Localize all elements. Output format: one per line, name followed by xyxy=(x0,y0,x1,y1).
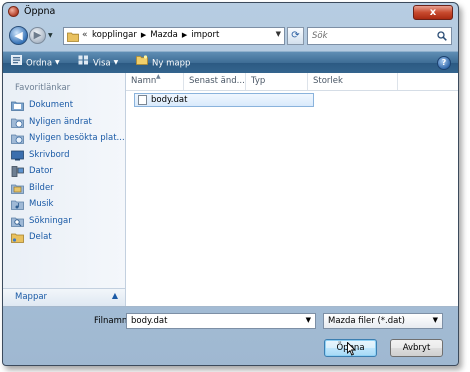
column-headers: ▲ Namn Senast änd... Typ Storlek xyxy=(126,73,458,91)
file-icon xyxy=(138,95,147,105)
recent-pages-dropdown-icon[interactable]: ▼ xyxy=(48,32,53,39)
folders-toggle[interactable]: Mappar ▲ xyxy=(3,288,125,306)
sidebar-item-recent-places[interactable]: Nyligen besökta plat... xyxy=(11,131,125,148)
sidebar-item-desktop[interactable]: Skrivbord xyxy=(11,148,123,165)
chevron-down-icon: ▼ xyxy=(113,59,119,66)
recent-places-icon xyxy=(11,134,24,144)
filename-field[interactable]: body.dat ▼ xyxy=(126,313,316,329)
sidebar-item-label: Dokument xyxy=(29,100,74,110)
refresh-icon: ⟳ xyxy=(291,30,300,41)
file-item[interactable]: body.dat xyxy=(134,93,314,107)
sidebar-item-searches[interactable]: Sökningar xyxy=(11,214,123,231)
favorites-header: Favoritlänkar xyxy=(15,83,71,93)
breadcrumb: kopplingar ▶ Mazda ▶ import xyxy=(92,30,219,40)
chevron-up-icon: ▲ xyxy=(111,291,118,300)
organize-icon xyxy=(11,55,22,71)
shared-folder-icon xyxy=(11,233,24,243)
sidebar-item-computer[interactable]: Dator xyxy=(11,164,123,181)
column-header-size[interactable]: Storlek xyxy=(308,73,398,90)
back-button[interactable]: ◀ xyxy=(9,26,28,45)
file-list[interactable]: ▲ Namn Senast änd... Typ Storlek body.da… xyxy=(126,73,458,306)
app-icon xyxy=(8,6,19,17)
search-placeholder: Sök xyxy=(312,31,328,41)
search-input[interactable]: Sök xyxy=(307,27,452,45)
navigation-bar: ◀ ▶ ▼ « kopplingar ▶ Mazda ▶ import ▼ ⟳ Sök xyxy=(3,23,458,51)
breadcrumb-overflow-icon[interactable]: « xyxy=(82,30,88,40)
sidebar-item-label: Skrivbord xyxy=(29,149,70,160)
forward-button[interactable]: ▶ xyxy=(29,27,46,44)
sidebar-item-recently-changed[interactable]: Nyligen ändrat xyxy=(11,115,123,132)
column-header-label: Namn xyxy=(131,76,157,86)
favorites-list: Dokument Nyligen ändrat Nyligen besökta … xyxy=(11,98,125,247)
folder-icon xyxy=(67,31,79,45)
chevron-down-icon[interactable]: ▼ xyxy=(306,316,311,324)
address-dropdown-icon[interactable]: ▼ xyxy=(276,30,281,38)
view-button[interactable]: Visa ▼ xyxy=(78,55,118,71)
command-bar: Ordna ▼ Visa ▼ Ny mapp ? xyxy=(3,51,458,75)
computer-icon xyxy=(11,166,24,177)
folders-label: Mappar xyxy=(15,292,48,302)
breadcrumb-item[interactable]: import xyxy=(191,30,219,40)
chevron-down-icon: ▼ xyxy=(432,316,438,324)
sidebar-item-label: Nyligen besökta plat... xyxy=(29,133,125,143)
navigation-pane: Favoritlänkar Dokument Nyligen ändrat Ny… xyxy=(3,73,126,306)
sort-ascending-icon: ▲ xyxy=(156,73,161,80)
breadcrumb-item[interactable]: kopplingar xyxy=(92,30,137,40)
refresh-button[interactable]: ⟳ xyxy=(287,27,304,45)
organize-label: Ordna xyxy=(26,58,53,69)
column-header-date-modified[interactable]: Senast änd... xyxy=(184,73,246,90)
chevron-down-icon: ▼ xyxy=(55,59,60,66)
address-bar[interactable]: « kopplingar ▶ Mazda ▶ import ▼ xyxy=(63,27,285,45)
view-icon xyxy=(78,55,89,71)
file-type-value: Mazda filer (*.dat) xyxy=(328,316,405,326)
filename-value: body.dat xyxy=(131,316,168,326)
sidebar-item-label: Bilder xyxy=(29,182,54,193)
sidebar-item-pictures[interactable]: Bilder xyxy=(11,181,123,198)
new-folder-button[interactable]: Ny mapp xyxy=(136,55,190,71)
sidebar-item-music[interactable]: Musik xyxy=(11,197,123,214)
sidebar-item-label: Delat xyxy=(29,232,52,242)
filename-label: Filnamn: xyxy=(94,316,131,326)
dialog-content: Favoritlänkar Dokument Nyligen ändrat Ny… xyxy=(3,73,458,307)
sidebar-item-label: Nyligen ändrat xyxy=(29,116,92,127)
view-label: Visa xyxy=(93,58,111,69)
mouse-pointer-icon xyxy=(347,342,356,356)
new-folder-label: Ny mapp xyxy=(152,58,191,69)
close-button[interactable]: x xyxy=(413,5,453,20)
breadcrumb-item[interactable]: Mazda xyxy=(150,30,178,40)
chevron-right-icon[interactable]: ▶ xyxy=(182,31,187,39)
help-icon[interactable]: ? xyxy=(437,56,451,70)
documents-icon xyxy=(11,101,24,111)
window-title: Öppna xyxy=(24,6,56,17)
sidebar-item-shared[interactable]: Delat xyxy=(11,230,123,247)
chevron-right-icon[interactable]: ▶ xyxy=(141,31,146,39)
new-folder-icon xyxy=(136,55,148,71)
cancel-button[interactable]: Avbryt xyxy=(390,339,443,357)
music-icon xyxy=(11,200,24,210)
search-icon[interactable] xyxy=(437,31,447,44)
column-header-type[interactable]: Typ xyxy=(246,73,308,90)
sidebar-item-label: Dator xyxy=(29,166,53,176)
desktop-icon xyxy=(11,150,24,160)
organize-button[interactable]: Ordna ▼ xyxy=(11,55,60,71)
sidebar-item-label: Musik xyxy=(29,199,54,209)
dialog-footer: Filnamn: body.dat ▼ Mazda filer (*.dat) … xyxy=(3,307,458,365)
file-name: body.dat xyxy=(151,95,188,105)
sidebar-item-documents[interactable]: Dokument xyxy=(11,98,123,115)
open-dialog: Öppna x ◀ ▶ ▼ « kopplingar ▶ Mazda ▶ import … xyxy=(2,2,459,366)
column-header-name[interactable]: ▲ Namn xyxy=(126,73,184,90)
title-bar[interactable]: Öppna x xyxy=(3,3,458,21)
recently-changed-icon xyxy=(11,118,24,128)
sidebar-item-label: Sökningar xyxy=(29,215,72,226)
pictures-icon xyxy=(11,184,24,194)
file-type-select[interactable]: Mazda filer (*.dat) ▼ xyxy=(323,313,443,329)
searches-icon xyxy=(11,217,24,227)
